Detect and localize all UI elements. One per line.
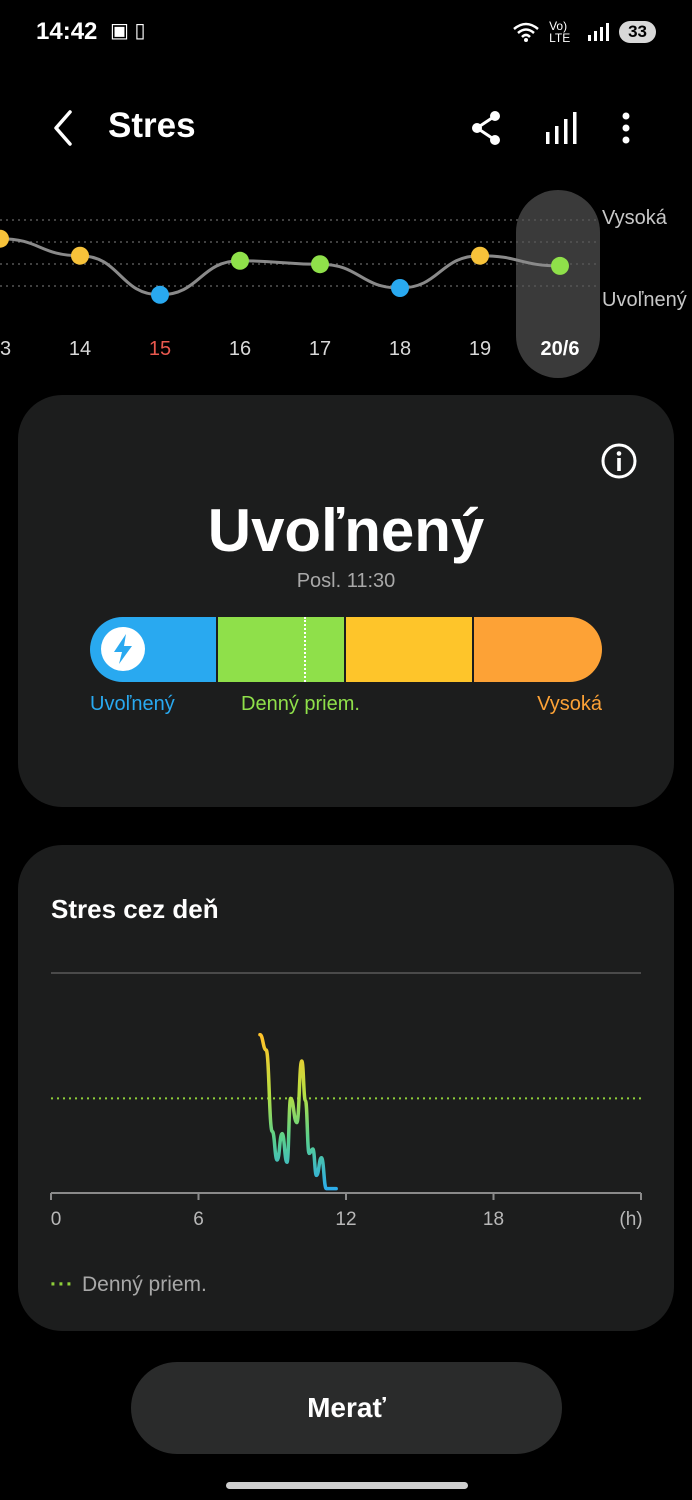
day-label[interactable]: 14: [69, 338, 91, 361]
day-label[interactable]: 16: [229, 338, 251, 361]
gauge-high-segment: [474, 617, 602, 682]
home-indicator[interactable]: [226, 1482, 468, 1489]
day-stress-point[interactable]: [551, 256, 569, 275]
day-label[interactable]: 13: [0, 338, 11, 361]
x-tick-label: (h): [619, 1209, 643, 1230]
day-label[interactable]: 15: [149, 338, 171, 361]
last-measured: Posl. 11:30: [296, 570, 396, 592]
weekly-stress-chart: [0, 219, 600, 304]
day-stress-point[interactable]: [0, 229, 9, 248]
daily-average-marker: [304, 617, 306, 682]
day-stress-point[interactable]: [471, 246, 489, 265]
status-time: 14:42: [36, 18, 98, 45]
day-stress-point[interactable]: [311, 255, 329, 274]
gauge-label-daily-average: Denný priem.: [241, 693, 360, 715]
share-icon[interactable]: [469, 108, 505, 148]
wifi-icon: [513, 22, 539, 42]
day-label[interactable]: 18: [389, 338, 411, 361]
day-label[interactable]: 17: [309, 338, 331, 361]
gauge-average-segment: [218, 617, 344, 682]
gauge-label-relaxed: Uvoľnený: [90, 693, 175, 715]
x-tick-label: 6: [193, 1209, 204, 1230]
daily-average-legend: ··· Denný priem.: [50, 1273, 207, 1297]
gauge-relaxed-segment: [90, 617, 216, 682]
info-icon[interactable]: [600, 442, 638, 480]
bar-chart-icon[interactable]: [543, 108, 579, 148]
stress-gauge: [90, 617, 602, 682]
more-vert-icon[interactable]: [608, 108, 644, 148]
daily-average-legend-label: Denný priem.: [81, 1273, 207, 1296]
volte-label: Vo) LTE: [549, 19, 571, 45]
x-tick-label: 0: [50, 1209, 62, 1230]
back-icon[interactable]: [48, 108, 78, 148]
page-title: Stres: [108, 106, 196, 145]
signal-icon: [588, 23, 610, 41]
legend-high: Vysoká: [602, 207, 667, 229]
measure-button[interactable]: Merať: [131, 1362, 562, 1454]
day-stress-point[interactable]: [71, 246, 89, 265]
day-stress-point[interactable]: [231, 251, 249, 270]
battery-indicator: 33: [619, 21, 656, 43]
daily-stress-chart: [50, 972, 642, 1200]
gauge-elevated-segment: [346, 617, 472, 682]
day-label[interactable]: 20/6: [541, 338, 580, 361]
stress-line: [258, 1032, 338, 1191]
gauge-label-high: Vysoká: [537, 693, 602, 715]
legend-relaxed: Uvoľnený: [602, 289, 687, 311]
dotted-line-swatch: ···: [50, 1273, 74, 1296]
stress-status: Uvoľnený: [207, 497, 485, 564]
x-tick-label: 12: [335, 1209, 357, 1230]
daily-chart-title: Stres cez deň: [51, 894, 219, 924]
day-stress-point[interactable]: [151, 285, 169, 304]
status-notification-icons: ▣ ▯: [110, 20, 146, 42]
status-right-group: Vo) LTE 33: [513, 20, 656, 44]
current-stress-card: [18, 395, 674, 807]
bolt-icon: [101, 627, 145, 671]
day-label[interactable]: 19: [469, 338, 491, 361]
x-tick-label: 18: [482, 1209, 505, 1230]
day-stress-point[interactable]: [391, 279, 409, 297]
